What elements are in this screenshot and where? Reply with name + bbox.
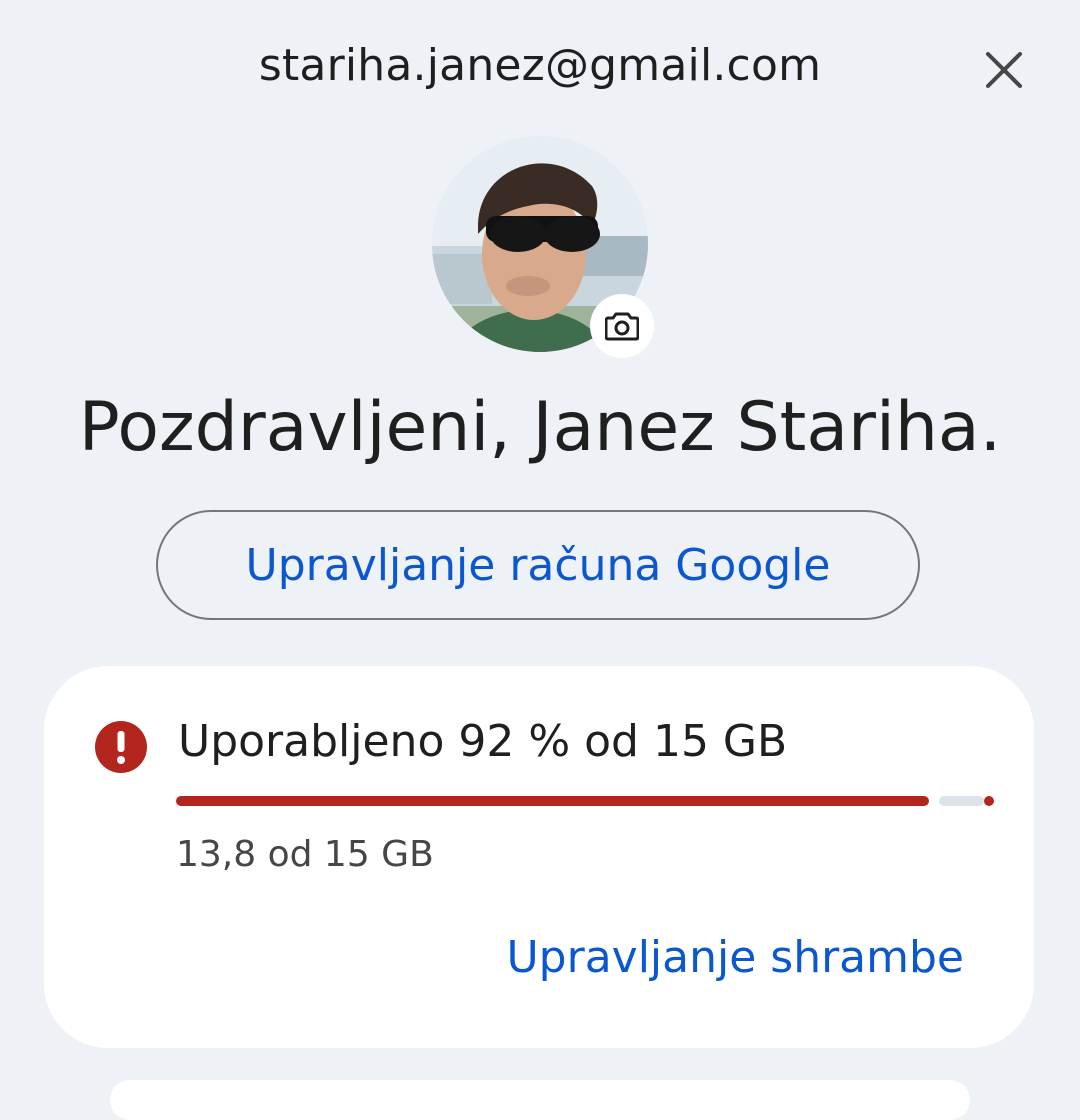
- storage-usage-detail: 13,8 od 15 GB: [176, 834, 434, 875]
- next-card: [110, 1080, 970, 1120]
- manage-storage-link[interactable]: Upravljanje shrambe: [506, 932, 964, 983]
- close-button[interactable]: [978, 44, 1030, 96]
- storage-progress-bar: [176, 796, 994, 806]
- profile-avatar-container: [432, 136, 654, 358]
- storage-progress-remaining: [939, 796, 984, 806]
- manage-google-account-button[interactable]: Upravljanje računa Google: [156, 510, 920, 620]
- close-icon: [986, 52, 1022, 88]
- camera-icon: [605, 312, 639, 341]
- storage-progress-fill: [176, 796, 929, 806]
- greeting-heading: Pozdravljeni, Janez Stariha.: [78, 388, 1002, 467]
- storage-card: Uporabljeno 92 % od 15 GB 13,8 od 15 GB …: [44, 666, 1034, 1048]
- account-email: stariha.janez@gmail.com: [258, 40, 822, 91]
- storage-usage-title: Uporabljeno 92 % od 15 GB: [178, 716, 788, 767]
- error-icon: [95, 721, 147, 773]
- change-photo-button[interactable]: [590, 294, 654, 358]
- storage-progress-end-dot: [984, 796, 994, 806]
